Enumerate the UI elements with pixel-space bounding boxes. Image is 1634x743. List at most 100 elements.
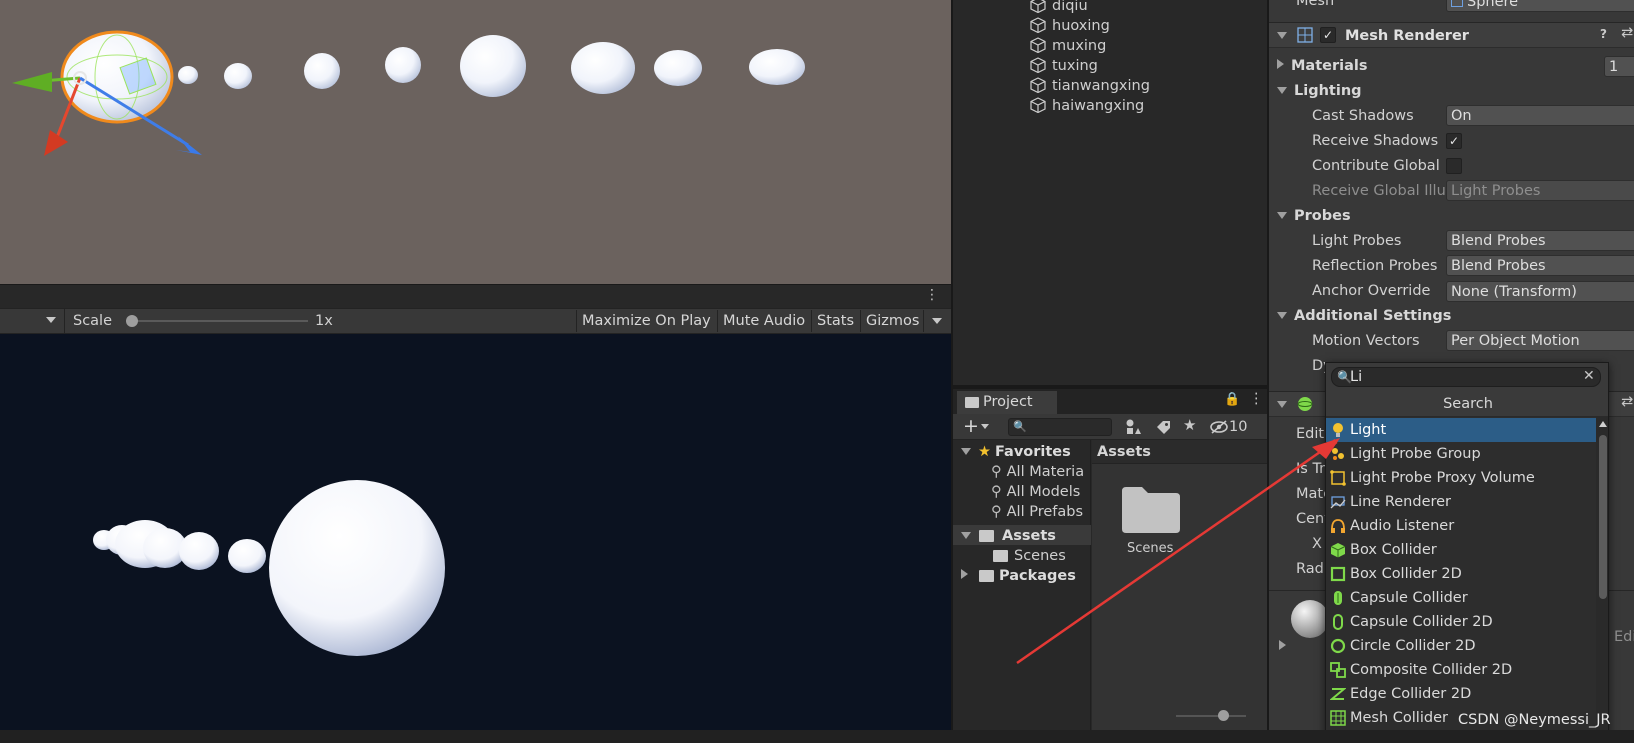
scale-slider-thumb[interactable] <box>125 315 138 327</box>
motion-vectors-dropdown[interactable]: Per Object Motion <box>1446 330 1634 351</box>
gizmos-dropdown-arrow-icon[interactable] <box>932 318 942 324</box>
hierarchy-item-label: huoxing <box>1052 18 1110 34</box>
collapse-arrow-icon[interactable] <box>1277 87 1287 94</box>
hierarchy-item[interactable]: diqiu <box>1030 0 1088 16</box>
cast-shadows-dropdown[interactable]: On <box>1446 105 1634 126</box>
more-options-icon[interactable]: ⋮ <box>1249 391 1264 407</box>
tree-item-packages[interactable]: Packages <box>961 566 1076 586</box>
light-probes-dropdown[interactable]: Blend Probes <box>1446 230 1634 251</box>
mesh-renderer-enabled-checkbox[interactable]: ✓ <box>1320 27 1336 43</box>
chevron-down-icon[interactable] <box>981 424 989 429</box>
lock-icon[interactable]: 🔒 <box>1224 392 1240 407</box>
filter-by-label-icon[interactable] <box>1154 418 1172 436</box>
anchor-override-field[interactable]: None (Transform) <box>1446 281 1634 302</box>
receive-shadows-checkbox[interactable]: ✓ <box>1446 133 1462 149</box>
preset-icon[interactable]: ⇄ <box>1621 25 1633 41</box>
hidden-packages-eye-icon[interactable] <box>1209 419 1229 435</box>
component-option[interactable]: Box Collider <box>1326 538 1596 562</box>
tab-project[interactable]: Project <box>957 391 1057 414</box>
tree-item-assets[interactable]: Assets <box>961 526 1056 546</box>
materials-section[interactable]: Materials <box>1277 55 1368 77</box>
center-x-label: X <box>1312 536 1322 552</box>
tree-item-scenes[interactable]: Scenes <box>993 546 1066 566</box>
hierarchy-item[interactable]: tianwangxing <box>1030 76 1150 96</box>
scale-value: 1x <box>315 313 333 329</box>
folder-scenes-label[interactable]: Scenes <box>1127 541 1173 556</box>
component-option-label: Line Renderer <box>1350 494 1452 510</box>
component-option[interactable]: Circle Collider 2D <box>1326 634 1596 658</box>
hierarchy-item[interactable]: haiwangxing <box>1030 96 1144 116</box>
mesh-collider-icon <box>1330 710 1346 726</box>
scroll-up-icon[interactable] <box>1599 421 1607 427</box>
favorite-label: All Materia <box>1006 464 1085 480</box>
component-search-input[interactable] <box>1331 367 1601 387</box>
scale-slider-track[interactable] <box>128 320 308 322</box>
expand-arrow-icon[interactable] <box>961 448 971 455</box>
gameobject-cube-icon <box>1030 97 1046 114</box>
icon-size-slider-thumb[interactable] <box>1218 710 1229 721</box>
tree-item-favorite[interactable]: ⚲ All Models <box>991 482 1080 502</box>
collapse-arrow-icon[interactable] <box>1277 401 1287 408</box>
tree-item-favorite[interactable]: ⚲ All Materia <box>991 462 1084 482</box>
materials-count-field[interactable]: 1 <box>1604 56 1634 77</box>
expand-arrow-icon[interactable] <box>1277 59 1284 69</box>
component-option[interactable]: Audio Listener <box>1326 514 1596 538</box>
reflection-probes-dropdown[interactable]: Blend Probes <box>1446 255 1634 276</box>
mute-audio-button[interactable]: Mute Audio <box>717 310 810 332</box>
mesh-renderer-header[interactable]: ✓ Mesh Renderer ? ⇄ <box>1269 22 1634 48</box>
component-option[interactable]: Composite Collider 2D <box>1326 658 1596 682</box>
collapse-arrow-icon[interactable] <box>1277 312 1287 319</box>
hierarchy-item[interactable]: huoxing <box>1030 16 1110 36</box>
component-option[interactable]: Capsule Collider <box>1326 586 1596 610</box>
edit-material-label[interactable]: Edi <box>1614 627 1634 647</box>
game-view[interactable] <box>0 334 951 730</box>
preset-icon[interactable]: ⇄ <box>1621 394 1633 410</box>
expand-arrow-icon[interactable] <box>961 532 971 539</box>
icon-size-slider-track[interactable] <box>1176 715 1246 717</box>
hierarchy-item[interactable]: tuxing <box>1030 56 1098 76</box>
hierarchy-item-label: muxing <box>1052 38 1107 54</box>
tree-item-favorites[interactable]: ★ Favorites <box>961 442 1071 462</box>
favorite-star-icon[interactable]: ★ <box>1183 416 1196 434</box>
tab-project-label: Project <box>983 394 1033 410</box>
additional-settings-section[interactable]: Additional Settings <box>1277 305 1451 327</box>
stats-button[interactable]: Stats <box>811 310 859 332</box>
dropdown-scrollbar[interactable] <box>1596 417 1608 742</box>
component-option[interactable]: Box Collider 2D <box>1326 562 1596 586</box>
scrollbar-thumb[interactable] <box>1599 435 1607 599</box>
probes-section[interactable]: Probes <box>1277 205 1351 227</box>
mesh-field[interactable]: Sphere <box>1446 0 1634 12</box>
component-option-label: Box Collider <box>1350 542 1437 558</box>
collapse-arrow-icon[interactable] <box>1277 32 1287 39</box>
component-option-label: Capsule Collider 2D <box>1350 614 1493 630</box>
gizmos-button[interactable]: Gizmos <box>860 310 924 332</box>
folder-icon <box>979 570 994 582</box>
project-search-input[interactable]: 🔍 <box>1008 418 1112 436</box>
component-option[interactable]: Line Renderer <box>1326 490 1596 514</box>
help-icon[interactable]: ? <box>1600 27 1607 41</box>
add-icon[interactable]: + <box>963 415 979 437</box>
tree-item-favorite[interactable]: ⚲ All Prefabs <box>991 502 1083 522</box>
clear-search-icon[interactable]: ✕ <box>1583 368 1595 384</box>
component-option[interactable]: Edge Collider 2D <box>1326 682 1596 706</box>
component-option[interactable]: Light <box>1326 418 1596 442</box>
component-option[interactable]: Capsule Collider 2D <box>1326 610 1596 634</box>
display-dropdown-arrow-icon[interactable] <box>46 317 56 323</box>
probes-label: Probes <box>1294 208 1351 224</box>
scene-view[interactable] <box>0 0 951 284</box>
collapse-arrow-icon[interactable] <box>1277 212 1287 219</box>
more-options-icon[interactable]: ⋮ <box>925 287 939 303</box>
gameobject-cube-icon <box>1030 57 1046 74</box>
filter-by-type-icon[interactable] <box>1124 418 1142 436</box>
contribute-global-checkbox[interactable] <box>1446 158 1462 174</box>
expand-arrow-icon[interactable] <box>961 569 968 579</box>
lighting-section[interactable]: Lighting <box>1277 80 1362 102</box>
expand-arrow-icon[interactable] <box>1279 640 1286 650</box>
mesh-filter-icon <box>1451 0 1463 7</box>
folder-scenes-icon[interactable] <box>1120 483 1182 535</box>
component-option[interactable]: Light Probe Group <box>1326 442 1596 466</box>
hierarchy-item[interactable]: muxing <box>1030 36 1106 56</box>
component-option[interactable]: Light Probe Proxy Volume <box>1326 466 1596 490</box>
status-bar <box>0 730 1634 743</box>
maximize-on-play-button[interactable]: Maximize On Play <box>576 310 716 332</box>
